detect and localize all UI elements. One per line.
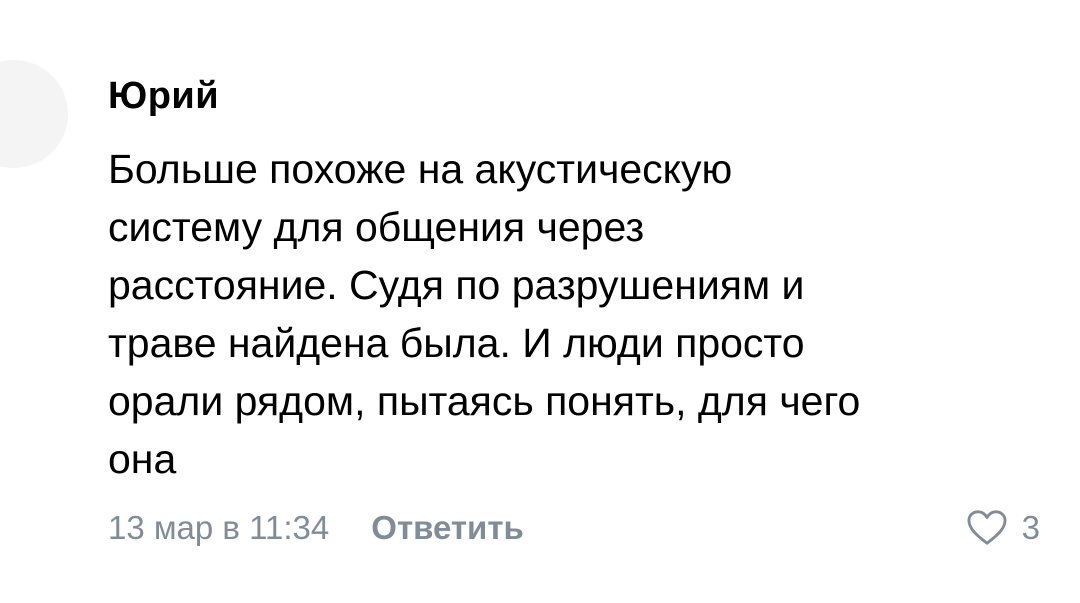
like-button[interactable]: 3 <box>966 509 1040 547</box>
like-count: 3 <box>1021 509 1040 546</box>
comment-text: Больше похоже на акустическую систему дл… <box>108 146 861 482</box>
reply-button[interactable]: Ответить <box>371 509 524 547</box>
avatar[interactable] <box>0 60 68 168</box>
heart-outline-icon <box>967 510 1007 545</box>
comment-footer: 13 мар в 11:34 Ответить 3 <box>108 504 1040 552</box>
comment-author[interactable]: Юрий <box>108 72 219 120</box>
comment: Юрий Больше похоже на акустическую систе… <box>0 0 1080 603</box>
comment-date[interactable]: 13 мар в 11:34 <box>108 509 329 547</box>
